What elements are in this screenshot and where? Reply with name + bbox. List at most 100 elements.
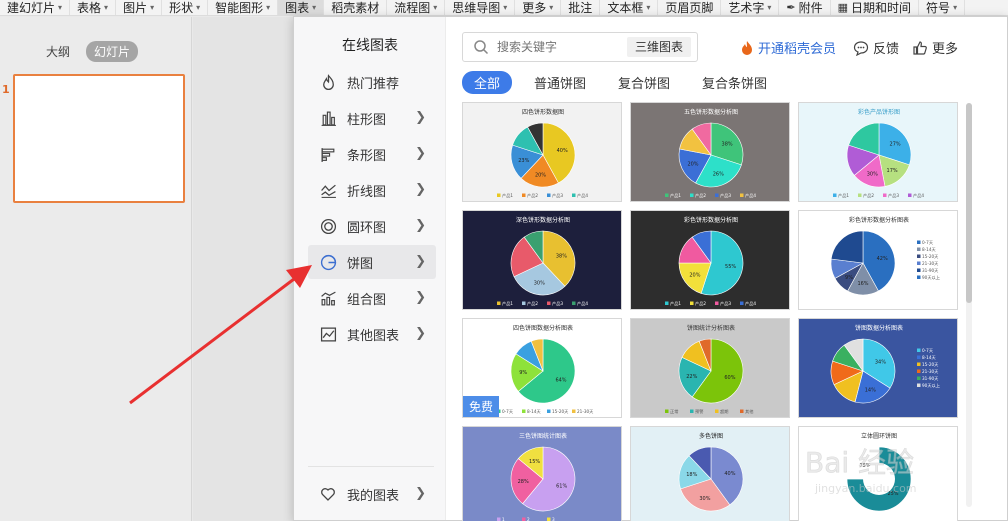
slice-label: 34% — [875, 359, 886, 365]
thumbs-up-icon — [912, 40, 928, 56]
filter-tab-0[interactable]: 全部 — [462, 71, 513, 94]
slice-label: 64% — [555, 377, 566, 383]
category-label: 其他图表 — [347, 328, 400, 344]
chart-template-card[interactable]: 三色饼图统计图表 61% 28% 15% 1 2 3 — [462, 426, 622, 521]
legend-swatch — [665, 301, 669, 305]
search-icon — [473, 39, 489, 58]
slice-label: 27% — [890, 141, 901, 147]
chart-template-card[interactable]: 彩色饼形数据分析图 55% 20% 产品1 产品2 产品3 产品4 — [630, 210, 790, 310]
ribbon-item-label: 文本框 — [607, 1, 644, 15]
ribbon-item-label: 日期和时间 — [851, 1, 912, 15]
pie-thumbnail: 多色饼图 40% 30% 18% — [631, 427, 789, 521]
category-item-4[interactable]: 圆环图 ❯ — [308, 209, 436, 243]
tab-outline[interactable]: 大纲 — [38, 41, 78, 62]
legend-label: 产品1 — [838, 192, 849, 199]
category-label: 条形图 — [347, 148, 387, 164]
more-label: 更多 — [932, 42, 959, 57]
legend-swatch — [917, 348, 921, 352]
caret-down-icon: ▾ — [266, 3, 271, 12]
ribbon-item-7[interactable]: 流程图 ▾ — [387, 0, 446, 15]
ribbon-item-4[interactable]: 智能图形 ▾ — [208, 0, 279, 15]
filter-tab-3[interactable]: 复合条饼图 — [702, 73, 767, 92]
ribbon-item-12[interactable]: 页眉页脚 — [658, 0, 722, 15]
slide-thumbnail[interactable] — [13, 74, 185, 203]
chat-bubble-icon — [853, 40, 869, 56]
chart-template-card[interactable]: 饼图统计分析图表 60% 22% 正常 预警 超期 其他 — [630, 318, 790, 418]
pie-thumbnail: 立体圆环饼图25%75% — [799, 427, 957, 521]
chart-template-card[interactable]: 深色饼形数据分析图 38% 30% 产品1 产品2 产品3 产品4 — [462, 210, 622, 310]
ribbon-item-5[interactable]: 图表 ▾ — [278, 0, 325, 15]
search-input[interactable] — [497, 38, 617, 56]
chart-template-card[interactable]: 立体圆环饼图 25% 75% — [798, 426, 958, 521]
legend-label: 产品4 — [745, 192, 756, 199]
chart-template-card[interactable]: 四色饼形数据图 40% 20% 23% 产品1 产品2 产品3 产品4 — [462, 102, 622, 202]
ribbon-item-11[interactable]: 文本框 ▾ — [600, 0, 659, 15]
category-item-0[interactable]: 热门推荐 — [308, 65, 436, 99]
category-item-6[interactable]: 组合图 ❯ — [308, 281, 436, 315]
chart-template-card[interactable]: 彩色饼形数据分析图表 42% 16% 9% 0-7天 8-14天 15-20天 21-30天 3… — [798, 210, 958, 310]
caret-down-icon: ▾ — [104, 3, 109, 12]
slice-label: 17% — [887, 168, 898, 174]
tab-slides[interactable]: 幻灯片 — [86, 41, 139, 62]
slice-label: 38% — [556, 254, 567, 260]
legend-swatch — [497, 193, 501, 197]
ribbon-item-3[interactable]: 形状 ▾ — [162, 0, 209, 15]
ribbon-item-0[interactable]: 建幻灯片 ▾ — [0, 0, 71, 15]
ribbon-item-6[interactable]: 稻壳素材 — [324, 0, 388, 15]
ribbon-item-2[interactable]: 图片 ▾ — [116, 0, 163, 15]
legend-swatch — [917, 261, 921, 265]
ribbon-item-16[interactable]: 符号 ▾ — [919, 0, 966, 15]
scroll-thumb[interactable] — [966, 103, 972, 303]
ribbon-item-label: 艺术字 — [728, 1, 765, 15]
pie-thumbnail: 深色饼形数据分析图 38% 30% 产品1 产品2 产品3 产品4 — [463, 211, 621, 309]
ribbon-item-1[interactable]: 表格 ▾ — [70, 0, 117, 15]
filter-tab-1[interactable]: 普通饼图 — [534, 73, 586, 92]
category-sidebar: 在线图表 热门推荐 柱形图 ❯ 条形图 ❯ 折线图 ❯ 圆环图 ❯ 饼图 ❯ 组合图 ❯ 其他图表 ❯ 我的… — [294, 17, 446, 520]
filter-bar: 全部 普通饼图 复合饼图 复合条饼图 — [462, 71, 799, 94]
ribbon-item-14[interactable]: ✒ 附件 — [779, 0, 831, 15]
paperclip-icon: ✒ — [786, 1, 796, 14]
legend-swatch — [665, 193, 669, 197]
chart-template-card[interactable]: 饼图数据分析图表 34% 14% 0-7天 8-14天 15-20天 21-30天 31-90… — [798, 318, 958, 418]
legend-label: 产品4 — [745, 300, 756, 307]
slide-panel: 大纲 幻灯片 1 — [0, 17, 192, 521]
scrollbar[interactable] — [966, 103, 972, 507]
pie-thumbnail: 彩色饼形数据分析图 55% 20% 产品1 产品2 产品3 产品4 — [631, 211, 789, 309]
category-item-2[interactable]: 条形图 ❯ — [308, 137, 436, 171]
vip-link[interactable]: 开通稻壳会员 — [740, 38, 836, 57]
ribbon-item-13[interactable]: 艺术字 ▾ — [721, 0, 780, 15]
legend-label: 1 — [502, 517, 505, 521]
chart-template-card[interactable]: 多色饼图 40% 30% 18% — [630, 426, 790, 521]
filter-tab-2[interactable]: 复合饼图 — [618, 73, 670, 92]
ribbon-item-9[interactable]: 更多 ▾ — [515, 0, 562, 15]
chart-template-card[interactable]: 四色饼图数据分析图表 64% 9% 0-7天 8-14天 15-20天 21-30天 免费 — [462, 318, 622, 418]
category-item-7[interactable]: 其他图表 ❯ — [308, 317, 436, 351]
ribbon-item-label: 更多 — [522, 1, 547, 15]
card-title: 彩色产品饼形图 — [858, 108, 900, 116]
category-item-5[interactable]: 饼图 ❯ — [308, 245, 436, 279]
chart-template-card[interactable]: 彩色产品饼形图 27% 17% 30% 产品1 产品2 产品3 产品4 — [798, 102, 958, 202]
category-item-3[interactable]: 折线图 ❯ — [308, 173, 436, 207]
legend-swatch — [740, 409, 744, 413]
category-item-1[interactable]: 柱形图 ❯ — [308, 101, 436, 135]
ribbon-item-label: 批注 — [568, 1, 593, 15]
legend-swatch — [715, 409, 719, 413]
more-link[interactable]: 更多 — [912, 38, 958, 57]
legend-label: 产品3 — [720, 192, 731, 199]
legend-swatch — [497, 517, 501, 521]
ribbon-item-8[interactable]: 思维导图 ▾ — [445, 0, 516, 15]
ribbon-item-label: 图片 — [123, 1, 148, 15]
legend-swatch — [547, 517, 551, 521]
3d-chart-tag[interactable]: 三维图表 — [626, 37, 691, 57]
chevron-right-icon: ❯ — [415, 110, 426, 125]
caret-down-icon: ▾ — [58, 3, 63, 12]
search-box: 三维图表 — [462, 32, 698, 62]
feedback-link[interactable]: 反馈 — [853, 38, 899, 57]
slide-number: 1 — [2, 83, 10, 96]
chart-template-card[interactable]: 五色饼形数据分析图 38% 26% 20% 产品1 产品2 产品3 产品4 — [630, 102, 790, 202]
legend-swatch — [690, 193, 694, 197]
ribbon-item-15[interactable]: ▦ 日期和时间 — [831, 0, 920, 15]
card-title: 彩色饼形数据分析图 — [684, 216, 738, 224]
my-charts-item[interactable]: 我的图表 ❯ — [308, 477, 436, 511]
ribbon-item-10[interactable]: 批注 — [561, 0, 601, 15]
